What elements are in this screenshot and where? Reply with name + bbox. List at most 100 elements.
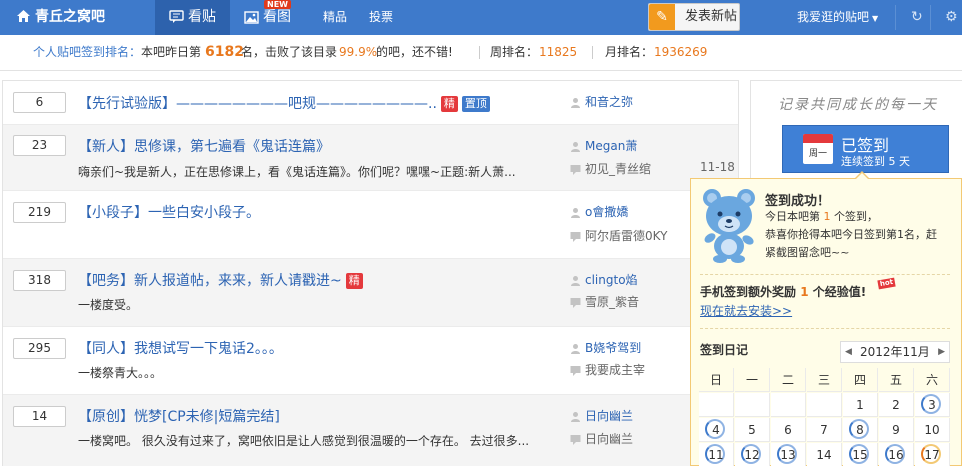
weekday-header: 五 — [879, 368, 914, 392]
tab-posts[interactable]: 看贴 — [155, 0, 230, 35]
blue-bear-mascot-icon — [703, 189, 755, 263]
sign-calendar-title: 签到日记 — [700, 343, 749, 357]
forum-home-link[interactable]: 青丘之窝吧 — [0, 0, 155, 35]
month-switcher: ◀ 2012年11月 ▶ — [840, 341, 950, 363]
calendar-day[interactable]: 8 — [843, 418, 878, 442]
user-icon — [571, 98, 580, 108]
sign-streak: 连续签到 5 天 — [841, 155, 910, 168]
mobile-bonus-text: 手机签到额外奖励 1 个经验值! — [700, 285, 867, 299]
nav-featured[interactable]: 精品 — [323, 0, 347, 35]
thread-author[interactable]: B娆爷驾到 — [570, 339, 641, 356]
refresh-icon[interactable]: ↻ — [911, 0, 923, 35]
user-icon — [571, 142, 580, 152]
calendar-day[interactable]: 6 — [771, 418, 806, 442]
user-icon — [571, 412, 580, 422]
thread-title-link[interactable]: 【同人】我想试写一下鬼话2。。。 — [78, 338, 283, 358]
thread-title-link[interactable]: 【原创】恍梦[CP未修|短篇完结] — [78, 406, 280, 426]
last-reply-time: 11-18 — [700, 160, 735, 174]
thread-author[interactable]: o會撒嬌 — [570, 203, 628, 220]
popup-rank-line: 今日本吧第 1 个签到， — [765, 210, 878, 223]
thread-title-link[interactable]: 【先行试验版】————————吧规————————.. — [78, 96, 437, 112]
popup-congrats-line2: 紧截图留念吧~~ — [765, 246, 850, 259]
rank-label: 个人贴吧签到排名： — [33, 45, 142, 59]
thread-author[interactable]: 和音之弥 — [570, 93, 633, 110]
reply-icon — [570, 298, 581, 308]
calendar-day[interactable]: 1 — [843, 393, 878, 417]
thread-abstract: 一楼度受。 — [78, 298, 139, 312]
calendar-day — [807, 393, 842, 417]
picture-icon — [244, 11, 259, 24]
calendar-day[interactable]: 2 — [879, 393, 914, 417]
last-replier[interactable]: 阿尔盾雷德0KY — [570, 227, 667, 244]
weekday-header: 四 — [843, 368, 878, 392]
table-row: 14 【原创】恍梦[CP未修|短篇完结] 一楼窝吧。 很久没有过来了，窝吧依旧是… — [3, 395, 738, 466]
reply-count: 318 — [13, 270, 66, 291]
rank-number: 6182 — [205, 44, 244, 60]
signed-button[interactable]: 周一 已签到 连续签到 5 天 — [782, 125, 949, 173]
settings-icon[interactable]: ⚙ — [945, 0, 958, 35]
user-icon — [571, 276, 580, 286]
last-replier[interactable]: 初见_青丝绾 — [570, 160, 651, 177]
reply-count: 23 — [13, 135, 66, 156]
calendar-day[interactable]: 5 — [735, 418, 770, 442]
reply-icon — [570, 435, 581, 445]
sign-slogan: 记录共同成长的每一天 — [778, 97, 938, 113]
favorite-forums-menu[interactable]: 我爱逛的贴吧 ▼ — [797, 0, 878, 36]
thread-author[interactable]: Megan萧 — [570, 137, 637, 154]
chevron-down-icon: ▼ — [872, 14, 879, 23]
reply-icon — [570, 366, 581, 376]
calendar-day[interactable]: 10 — [915, 418, 950, 442]
popup-congrats-line: 恭喜你抢得本吧今日签到第1名，赶 — [765, 228, 937, 241]
last-replier[interactable]: 雪原_紫音 — [570, 293, 639, 310]
calendar-day[interactable]: 14 — [807, 443, 842, 466]
install-now-link[interactable]: 现在就去安装>> — [700, 302, 792, 319]
home-icon — [17, 10, 30, 22]
featured-tag: 精 — [440, 96, 458, 112]
thread-author[interactable]: clingto焰 — [570, 271, 638, 288]
table-row: 23 【新人】思修课，第七遍看《鬼话连篇》 嗨亲们~我是新人，正在思修课上，看《… — [3, 125, 738, 191]
chevron-right-icon[interactable]: ▶ — [938, 342, 945, 362]
user-icon — [571, 344, 580, 354]
calendar-day[interactable]: 15 — [843, 443, 878, 466]
thread-abstract: 一楼窝吧。 很久没有过来了，窝吧依旧是让人感觉到很温暖的一个存在。 去过很多..… — [78, 434, 530, 448]
calendar-day[interactable]: 11 — [699, 443, 734, 466]
thread-abstract: 一楼祭青大。。。 — [78, 366, 163, 380]
calendar-day[interactable]: 9 — [879, 418, 914, 442]
thread-title-link[interactable]: 【小段子】一些白安小段子。 — [78, 202, 260, 222]
calendar-day[interactable]: 13 — [771, 443, 806, 466]
weekday-header: 二 — [771, 368, 806, 392]
reply-count: 6 — [13, 92, 66, 113]
calendar-day[interactable]: 12 — [735, 443, 770, 466]
calendar-day[interactable]: 7 — [807, 418, 842, 442]
forum-name: 青丘之窝吧 — [35, 9, 105, 25]
topbar-divider — [895, 5, 896, 30]
popup-title: 签到成功！ — [765, 194, 831, 209]
reply-icon — [570, 232, 581, 242]
table-row: 219 【小段子】一些白安小段子。 o會撒嬌 阿尔盾雷德0KY — [3, 191, 738, 259]
new-post-button[interactable]: ✎ 发表新帖 — [648, 3, 740, 31]
calendar-day[interactable]: 4 — [699, 418, 734, 442]
calendar-day — [735, 393, 770, 417]
last-replier[interactable]: 日向幽兰 — [570, 430, 633, 447]
thread-list: 6 【先行试验版】————————吧规————————.. 精置顶 和音之弥 23… — [2, 80, 739, 466]
sign-rank-bar: 个人贴吧签到排名： 本吧昨日第 6182 名，击败了该目录 99.9% 的吧，还… — [0, 35, 962, 69]
month-rank: 1936269 — [654, 45, 708, 59]
calendar-day[interactable]: 17 — [915, 443, 950, 466]
thread-author[interactable]: 日向幽兰 — [570, 407, 633, 424]
table-row: 295 【同人】我想试写一下鬼话2。。。 一楼祭青大。。。 B娆爷驾到 我要成主… — [3, 327, 738, 395]
table-row: 318 【吧务】新人报道帖，来来，新人请戳进~ 精 一楼度受。 clingto焰 … — [3, 259, 738, 327]
reply-count: 295 — [13, 338, 66, 359]
nav-vote[interactable]: 投票 — [369, 0, 393, 35]
thread-title-link[interactable]: 【新人】思修课，第七遍看《鬼话连篇》 — [78, 136, 330, 156]
reply-icon — [570, 165, 581, 175]
last-replier[interactable]: 我要成主宰 — [570, 361, 645, 378]
user-icon — [571, 208, 580, 218]
calendar-day[interactable]: 3 — [915, 393, 950, 417]
calendar-day — [771, 393, 806, 417]
thread-abstract: 嗨亲们~我是新人，正在思修课上，看《鬼话连篇》。你们呢？嘿嘿~正题:新人萧... — [78, 165, 516, 179]
chevron-left-icon[interactable]: ◀ — [845, 342, 852, 362]
calendar-day[interactable]: 16 — [879, 443, 914, 466]
new-badge: NEW — [264, 0, 291, 9]
thread-title-link[interactable]: 【吧务】新人报道帖，来来，新人请戳进~ — [78, 273, 342, 289]
pencil-icon: ✎ — [649, 4, 675, 30]
